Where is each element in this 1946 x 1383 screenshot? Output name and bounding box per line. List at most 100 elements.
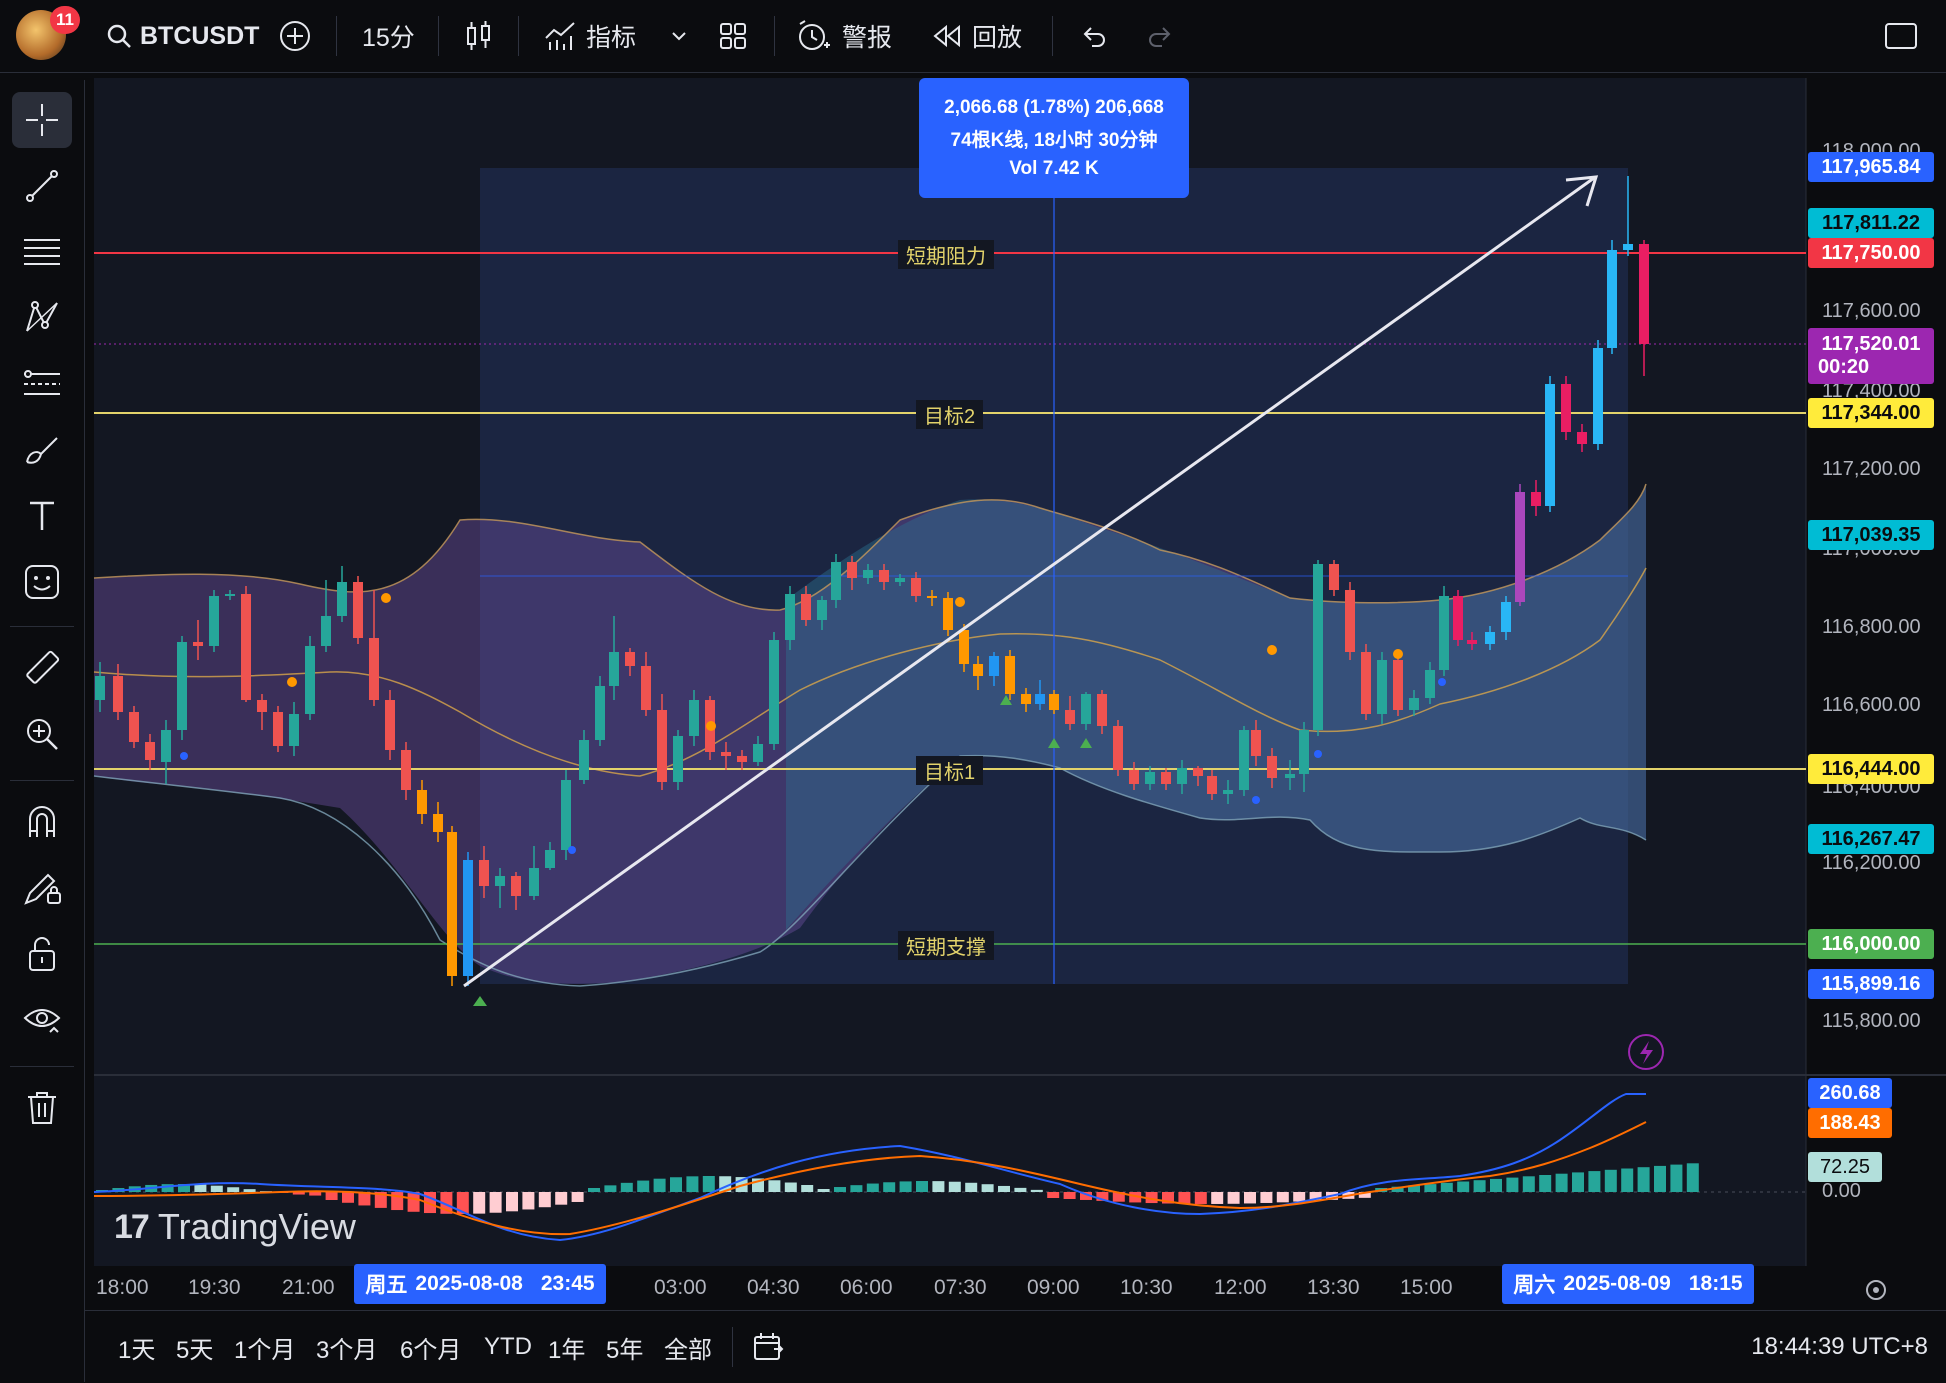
last-price: 117,520.01 (1821, 333, 1921, 355)
candle-body (385, 700, 395, 750)
candle-body (911, 578, 921, 596)
macd-histogram-bar (1276, 1192, 1289, 1203)
macd-histogram-bar (194, 1184, 207, 1192)
candle-body (1501, 602, 1511, 632)
candle-body (401, 750, 411, 790)
candle-body (479, 860, 489, 886)
price-chart[interactable] (0, 0, 1946, 1382)
range-all[interactable]: 全部 (664, 1311, 712, 1383)
candle-body (1285, 774, 1295, 778)
candle-body (305, 646, 315, 714)
candle-body (511, 876, 521, 896)
signal-dot (287, 677, 297, 687)
candle-body (1361, 652, 1371, 714)
macd-histogram-bar (670, 1177, 682, 1192)
time-tick: 21:00 (282, 1276, 335, 1299)
candle-body (353, 582, 363, 638)
target2-label: 目标2 (916, 400, 984, 429)
time-tick: 07:30 (934, 1276, 987, 1299)
candle-body (145, 742, 155, 760)
candle-body (1623, 244, 1633, 250)
candle-body (529, 868, 539, 896)
price-label-measure-low: 115,899.16 (1808, 969, 1934, 999)
macd-histogram-bar (210, 1185, 223, 1192)
macd-histogram-bar (1030, 1189, 1043, 1192)
candle-body (273, 712, 283, 746)
range-3m[interactable]: 3个月 (316, 1311, 377, 1383)
macd-histogram-bar (1194, 1192, 1207, 1204)
candle-body (959, 630, 969, 664)
signal-value-label: 188.43 (1808, 1108, 1892, 1138)
candle-body (1329, 564, 1339, 590)
macd-histogram-bar (1506, 1177, 1519, 1192)
candle-body (209, 596, 219, 646)
candle-body (1409, 698, 1419, 710)
price-tick: 116,800.00 (1822, 616, 1921, 638)
candle-body (989, 656, 999, 676)
macd-histogram-bar (604, 1185, 617, 1192)
candle-body (1193, 768, 1203, 776)
macd-histogram-bar (1211, 1192, 1224, 1204)
candle-body (495, 876, 505, 886)
candle-body (1021, 694, 1031, 704)
candle-body (1207, 776, 1217, 794)
candle-body (433, 814, 443, 832)
macd-histogram-bar (1670, 1164, 1683, 1192)
range-6m[interactable]: 6个月 (400, 1311, 461, 1383)
candle-body (769, 640, 779, 744)
macd-histogram-bar (522, 1192, 535, 1210)
price-tick: 117,600.00 (1822, 300, 1921, 322)
candle-body (1485, 632, 1495, 644)
macd-histogram-bar (1260, 1192, 1273, 1203)
macd-histogram-bar (1490, 1178, 1502, 1192)
macd-zero-tick: 0.00 (1822, 1180, 1861, 1202)
price-label-upper-band: 117,811.22 (1808, 208, 1934, 238)
candle-body (625, 652, 635, 666)
clock-timezone[interactable]: 18:44:39 UTC+8 (1751, 1311, 1928, 1383)
macd-histogram-bar (620, 1182, 633, 1192)
candle-body (257, 700, 267, 712)
macd-histogram-bar (1621, 1168, 1634, 1192)
bottom-toolbar: 1天 5天 1个月 3个月 6个月 YTD 1年 5年 全部 18:44:39 … (84, 1310, 1946, 1383)
macd-histogram-bar (1572, 1172, 1584, 1192)
candle-body (673, 736, 683, 782)
range-5d[interactable]: 5天 (176, 1311, 213, 1383)
candle-body (1239, 730, 1249, 790)
macd-histogram-bar (1555, 1173, 1568, 1192)
candle-body (1345, 590, 1355, 652)
candle-body (1267, 756, 1277, 778)
macd-histogram-bar (1539, 1175, 1552, 1192)
candle-body (927, 596, 937, 598)
macd-histogram-bar (489, 1192, 502, 1213)
range-ytd[interactable]: YTD (484, 1311, 532, 1383)
range-5y[interactable]: 5年 (606, 1311, 643, 1383)
range-1m[interactable]: 1个月 (234, 1311, 295, 1383)
macd-histogram-bar (686, 1176, 699, 1192)
macd-value-label: 260.68 (1808, 1078, 1892, 1108)
macd-histogram-bar (538, 1192, 551, 1208)
macd-histogram-bar (768, 1180, 781, 1192)
candle-body (1177, 768, 1187, 784)
range-1d[interactable]: 1天 (118, 1311, 155, 1383)
range-1y[interactable]: 1年 (548, 1311, 585, 1383)
target1-label: 目标1 (916, 756, 984, 785)
go-to-date-button[interactable] (752, 1311, 786, 1383)
tradingview-logo-icon: 17 (114, 1207, 150, 1246)
candle-body (1065, 710, 1075, 724)
macd-histogram-bar (243, 1189, 256, 1192)
candle-body (1049, 694, 1059, 710)
price-tick: 115,800.00 (1822, 1010, 1921, 1032)
candle-body (321, 616, 331, 646)
macd-histogram-bar (407, 1192, 420, 1212)
price-label-support: 116,000.00 (1808, 929, 1934, 959)
time-tick: 04:30 (747, 1276, 800, 1299)
candle-body (579, 740, 589, 780)
candle-body (1299, 730, 1309, 774)
macd-histogram-bar (1178, 1192, 1191, 1204)
candle-body (289, 714, 299, 746)
macd-histogram-bar (1686, 1163, 1699, 1192)
candle-body (1453, 596, 1463, 640)
resistance-label: 短期阻力 (898, 240, 994, 269)
measure-change: 2,066.68 (1.78%) 206,668 (944, 96, 1164, 118)
price-tick: 116,200.00 (1822, 852, 1921, 874)
